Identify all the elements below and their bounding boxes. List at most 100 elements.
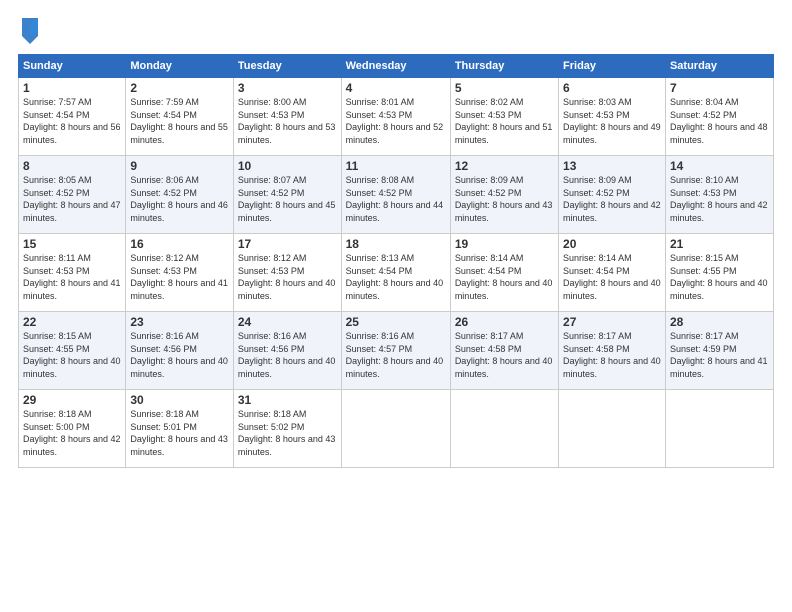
calendar-cell xyxy=(341,390,450,468)
day-info: Sunrise: 8:18 AMSunset: 5:01 PMDaylight:… xyxy=(130,408,229,458)
calendar-cell: 20Sunrise: 8:14 AMSunset: 4:54 PMDayligh… xyxy=(559,234,666,312)
day-info: Sunrise: 8:14 AMSunset: 4:54 PMDaylight:… xyxy=(455,252,554,302)
calendar-week-row: 8Sunrise: 8:05 AMSunset: 4:52 PMDaylight… xyxy=(19,156,774,234)
calendar-cell: 1Sunrise: 7:57 AMSunset: 4:54 PMDaylight… xyxy=(19,78,126,156)
weekday-header: Thursday xyxy=(450,55,558,78)
calendar-cell: 3Sunrise: 8:00 AMSunset: 4:53 PMDaylight… xyxy=(233,78,341,156)
calendar-cell: 23Sunrise: 8:16 AMSunset: 4:56 PMDayligh… xyxy=(126,312,234,390)
calendar-cell: 10Sunrise: 8:07 AMSunset: 4:52 PMDayligh… xyxy=(233,156,341,234)
weekday-header: Wednesday xyxy=(341,55,450,78)
calendar-cell: 16Sunrise: 8:12 AMSunset: 4:53 PMDayligh… xyxy=(126,234,234,312)
day-number: 20 xyxy=(563,237,661,251)
weekday-header: Sunday xyxy=(19,55,126,78)
day-number: 11 xyxy=(346,159,446,173)
calendar-cell: 11Sunrise: 8:08 AMSunset: 4:52 PMDayligh… xyxy=(341,156,450,234)
weekday-header: Tuesday xyxy=(233,55,341,78)
day-number: 26 xyxy=(455,315,554,329)
day-info: Sunrise: 8:04 AMSunset: 4:52 PMDaylight:… xyxy=(670,96,769,146)
day-info: Sunrise: 8:16 AMSunset: 4:56 PMDaylight:… xyxy=(238,330,337,380)
day-info: Sunrise: 8:15 AMSunset: 4:55 PMDaylight:… xyxy=(670,252,769,302)
day-info: Sunrise: 8:15 AMSunset: 4:55 PMDaylight:… xyxy=(23,330,121,380)
day-number: 4 xyxy=(346,81,446,95)
day-number: 13 xyxy=(563,159,661,173)
day-info: Sunrise: 8:17 AMSunset: 4:59 PMDaylight:… xyxy=(670,330,769,380)
calendar-cell: 18Sunrise: 8:13 AMSunset: 4:54 PMDayligh… xyxy=(341,234,450,312)
calendar-week-row: 29Sunrise: 8:18 AMSunset: 5:00 PMDayligh… xyxy=(19,390,774,468)
day-info: Sunrise: 8:14 AMSunset: 4:54 PMDaylight:… xyxy=(563,252,661,302)
day-info: Sunrise: 8:08 AMSunset: 4:52 PMDaylight:… xyxy=(346,174,446,224)
calendar-week-row: 15Sunrise: 8:11 AMSunset: 4:53 PMDayligh… xyxy=(19,234,774,312)
day-number: 24 xyxy=(238,315,337,329)
calendar-week-row: 22Sunrise: 8:15 AMSunset: 4:55 PMDayligh… xyxy=(19,312,774,390)
day-number: 14 xyxy=(670,159,769,173)
day-number: 9 xyxy=(130,159,229,173)
calendar-cell: 6Sunrise: 8:03 AMSunset: 4:53 PMDaylight… xyxy=(559,78,666,156)
day-number: 3 xyxy=(238,81,337,95)
calendar-week-row: 1Sunrise: 7:57 AMSunset: 4:54 PMDaylight… xyxy=(19,78,774,156)
day-info: Sunrise: 7:59 AMSunset: 4:54 PMDaylight:… xyxy=(130,96,229,146)
calendar-cell: 28Sunrise: 8:17 AMSunset: 4:59 PMDayligh… xyxy=(665,312,773,390)
day-info: Sunrise: 8:17 AMSunset: 4:58 PMDaylight:… xyxy=(455,330,554,380)
day-info: Sunrise: 8:12 AMSunset: 4:53 PMDaylight:… xyxy=(238,252,337,302)
day-info: Sunrise: 8:16 AMSunset: 4:56 PMDaylight:… xyxy=(130,330,229,380)
day-info: Sunrise: 8:05 AMSunset: 4:52 PMDaylight:… xyxy=(23,174,121,224)
calendar-cell: 21Sunrise: 8:15 AMSunset: 4:55 PMDayligh… xyxy=(665,234,773,312)
day-info: Sunrise: 8:18 AMSunset: 5:02 PMDaylight:… xyxy=(238,408,337,458)
day-number: 10 xyxy=(238,159,337,173)
calendar-cell: 2Sunrise: 7:59 AMSunset: 4:54 PMDaylight… xyxy=(126,78,234,156)
day-info: Sunrise: 8:01 AMSunset: 4:53 PMDaylight:… xyxy=(346,96,446,146)
calendar-cell: 7Sunrise: 8:04 AMSunset: 4:52 PMDaylight… xyxy=(665,78,773,156)
calendar-cell: 12Sunrise: 8:09 AMSunset: 4:52 PMDayligh… xyxy=(450,156,558,234)
calendar-cell: 22Sunrise: 8:15 AMSunset: 4:55 PMDayligh… xyxy=(19,312,126,390)
day-info: Sunrise: 8:03 AMSunset: 4:53 PMDaylight:… xyxy=(563,96,661,146)
weekday-header: Monday xyxy=(126,55,234,78)
day-info: Sunrise: 8:17 AMSunset: 4:58 PMDaylight:… xyxy=(563,330,661,380)
calendar-cell: 4Sunrise: 8:01 AMSunset: 4:53 PMDaylight… xyxy=(341,78,450,156)
weekday-header-row: SundayMondayTuesdayWednesdayThursdayFrid… xyxy=(19,55,774,78)
day-number: 31 xyxy=(238,393,337,407)
calendar-cell: 14Sunrise: 8:10 AMSunset: 4:53 PMDayligh… xyxy=(665,156,773,234)
calendar-table: SundayMondayTuesdayWednesdayThursdayFrid… xyxy=(18,54,774,468)
calendar-cell: 26Sunrise: 8:17 AMSunset: 4:58 PMDayligh… xyxy=(450,312,558,390)
day-number: 6 xyxy=(563,81,661,95)
weekday-header: Friday xyxy=(559,55,666,78)
logo-icon xyxy=(20,16,40,44)
day-info: Sunrise: 8:00 AMSunset: 4:53 PMDaylight:… xyxy=(238,96,337,146)
day-number: 22 xyxy=(23,315,121,329)
calendar-cell: 19Sunrise: 8:14 AMSunset: 4:54 PMDayligh… xyxy=(450,234,558,312)
day-number: 5 xyxy=(455,81,554,95)
day-number: 7 xyxy=(670,81,769,95)
day-info: Sunrise: 8:18 AMSunset: 5:00 PMDaylight:… xyxy=(23,408,121,458)
day-number: 19 xyxy=(455,237,554,251)
calendar-cell: 13Sunrise: 8:09 AMSunset: 4:52 PMDayligh… xyxy=(559,156,666,234)
day-info: Sunrise: 8:10 AMSunset: 4:53 PMDaylight:… xyxy=(670,174,769,224)
day-info: Sunrise: 8:16 AMSunset: 4:57 PMDaylight:… xyxy=(346,330,446,380)
day-number: 27 xyxy=(563,315,661,329)
day-number: 12 xyxy=(455,159,554,173)
calendar-cell: 31Sunrise: 8:18 AMSunset: 5:02 PMDayligh… xyxy=(233,390,341,468)
day-number: 1 xyxy=(23,81,121,95)
weekday-header: Saturday xyxy=(665,55,773,78)
calendar-cell: 24Sunrise: 8:16 AMSunset: 4:56 PMDayligh… xyxy=(233,312,341,390)
day-info: Sunrise: 8:13 AMSunset: 4:54 PMDaylight:… xyxy=(346,252,446,302)
calendar-cell: 5Sunrise: 8:02 AMSunset: 4:53 PMDaylight… xyxy=(450,78,558,156)
day-info: Sunrise: 8:11 AMSunset: 4:53 PMDaylight:… xyxy=(23,252,121,302)
calendar-cell: 15Sunrise: 8:11 AMSunset: 4:53 PMDayligh… xyxy=(19,234,126,312)
calendar-page: SundayMondayTuesdayWednesdayThursdayFrid… xyxy=(0,0,792,612)
day-number: 16 xyxy=(130,237,229,251)
day-number: 17 xyxy=(238,237,337,251)
calendar-cell xyxy=(559,390,666,468)
logo xyxy=(18,16,40,44)
day-number: 21 xyxy=(670,237,769,251)
day-number: 2 xyxy=(130,81,229,95)
page-header xyxy=(18,16,774,44)
day-info: Sunrise: 8:07 AMSunset: 4:52 PMDaylight:… xyxy=(238,174,337,224)
calendar-cell xyxy=(665,390,773,468)
day-number: 8 xyxy=(23,159,121,173)
calendar-cell: 9Sunrise: 8:06 AMSunset: 4:52 PMDaylight… xyxy=(126,156,234,234)
day-info: Sunrise: 8:09 AMSunset: 4:52 PMDaylight:… xyxy=(563,174,661,224)
day-number: 25 xyxy=(346,315,446,329)
day-number: 23 xyxy=(130,315,229,329)
calendar-cell: 8Sunrise: 8:05 AMSunset: 4:52 PMDaylight… xyxy=(19,156,126,234)
day-info: Sunrise: 8:02 AMSunset: 4:53 PMDaylight:… xyxy=(455,96,554,146)
